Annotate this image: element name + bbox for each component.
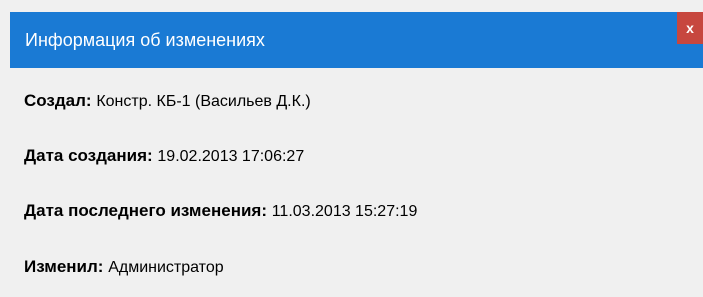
editor-label: Изменил: bbox=[24, 257, 109, 276]
author-label: Создал: bbox=[24, 91, 97, 110]
created-date-value: 19.02.2013 17:06:27 bbox=[157, 148, 305, 165]
created-date-row: Дата создания: 19.02.2013 17:06:27 bbox=[24, 143, 304, 169]
created-date-label: Дата создания: bbox=[24, 146, 158, 165]
modified-date-label: Дата последнего изменения: bbox=[24, 201, 272, 220]
title-bar: Информация об изменениях bbox=[10, 12, 703, 68]
editor-value: Администратор bbox=[108, 259, 224, 276]
window-title: Информация об изменениях bbox=[25, 30, 265, 50]
author-value: Констр. КБ-1 (Васильев Д.К.) bbox=[96, 93, 311, 110]
editor-row: Изменил: Администратор bbox=[24, 254, 224, 280]
info-panel: Создал: Констр. КБ-1 (Васильев Д.К.) Дат… bbox=[10, 68, 703, 297]
modified-date-value: 11.03.2013 15:27:19 bbox=[271, 203, 418, 220]
modified-date-row: Дата последнего изменения: 11.03.2013 15… bbox=[24, 198, 417, 224]
close-button[interactable]: x bbox=[677, 12, 703, 44]
change-info-window: Информация об изменениях x Создал: Конст… bbox=[0, 0, 703, 297]
author-row: Создал: Констр. КБ-1 (Васильев Д.К.) bbox=[24, 88, 311, 114]
